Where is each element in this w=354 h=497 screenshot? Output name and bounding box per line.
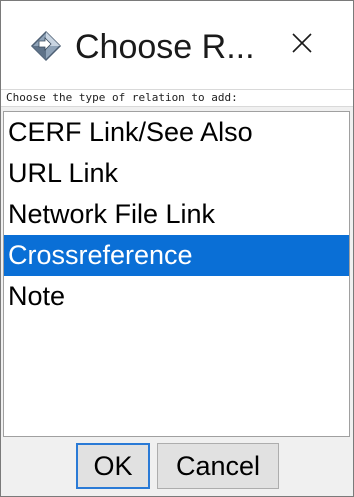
relation-type-list[interactable]: CERF Link/See Also URL Link Network File… (3, 111, 350, 437)
close-button[interactable] (277, 23, 327, 67)
list-item-crossreference[interactable]: Crossreference (4, 235, 349, 276)
list-item-note[interactable]: Note (4, 276, 349, 317)
list-item-network-file-link[interactable]: Network File Link (4, 194, 349, 235)
list-item-cerf-link[interactable]: CERF Link/See Also (4, 112, 349, 153)
button-bar: OK Cancel (1, 441, 353, 496)
app-diamond-icon (29, 29, 63, 63)
close-icon (291, 32, 313, 59)
ok-button[interactable]: OK (76, 443, 150, 489)
list-item-url-link[interactable]: URL Link (4, 153, 349, 194)
cancel-button[interactable]: Cancel (157, 443, 279, 489)
window-title: Choose R... (75, 28, 255, 66)
prompt-label: Choose the type of relation to add: (1, 89, 353, 107)
dialog-window: Choose R... Choose the type of relation … (0, 0, 354, 497)
title-bar[interactable]: Choose R... (1, 1, 353, 89)
